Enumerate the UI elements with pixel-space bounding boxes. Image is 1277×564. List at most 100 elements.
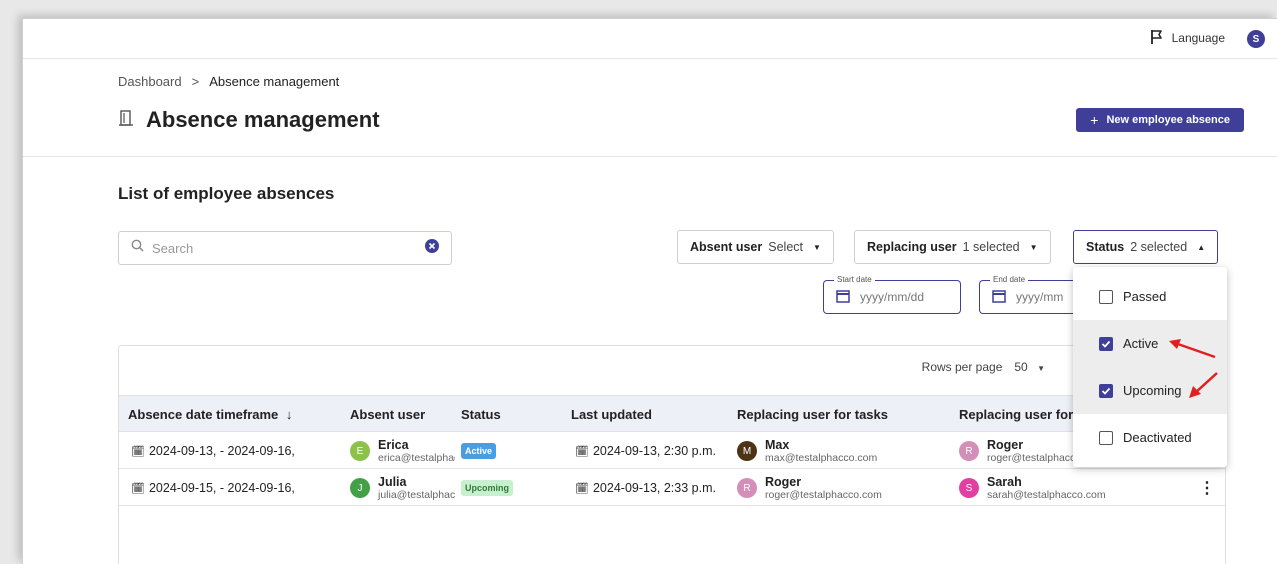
sort-arrow-down-icon: ↓ bbox=[285, 407, 293, 422]
start-date-legend: Start date bbox=[834, 275, 875, 284]
status-option-passed[interactable]: Passed bbox=[1073, 273, 1227, 320]
user-email: julia@testalphacco.com bbox=[378, 488, 455, 501]
plus-icon: + bbox=[1090, 112, 1099, 128]
absent-user-filter-label: Absent user bbox=[690, 240, 763, 254]
user-name: Sarah bbox=[987, 474, 1022, 489]
door-icon bbox=[118, 109, 134, 132]
status-option-deactivated[interactable]: Deactivated bbox=[1073, 414, 1227, 461]
table-row[interactable]: 🗓 2024-09-15, - 2024-09-16, J Julia juli… bbox=[119, 470, 1225, 506]
caret-up-icon: ▲ bbox=[1197, 242, 1206, 252]
status-option-upcoming[interactable]: Upcoming bbox=[1073, 367, 1227, 414]
status-badge: Active bbox=[461, 443, 497, 459]
status-option-label: Upcoming bbox=[1123, 383, 1182, 398]
replacing-user-filter[interactable]: Replacing user 1 selected ▼ bbox=[854, 230, 1051, 264]
user-email: roger@testalphacco.com bbox=[765, 488, 882, 501]
caret-down-icon: ▼ bbox=[813, 242, 821, 252]
last-updated-text: 2024-09-13, 2:30 p.m. bbox=[592, 444, 716, 458]
top-bar: Language S bbox=[23, 19, 1277, 59]
search-input[interactable] bbox=[152, 240, 417, 256]
table-row[interactable]: 🗓 2024-09-13, - 2024-09-16, E Erica eric… bbox=[119, 433, 1225, 469]
absent-user-filter-value: Select bbox=[768, 240, 803, 254]
replacing-other-cell: S Sarah sarah@testalphacco.com bbox=[959, 470, 1179, 506]
breadcrumb-current: Absence management bbox=[209, 74, 340, 89]
status-option-label: Deactivated bbox=[1123, 430, 1192, 445]
timeframe-text: 2024-09-15, - 2024-09-16, bbox=[148, 481, 295, 495]
user-name: Erica bbox=[378, 437, 409, 452]
checkbox-unchecked-icon[interactable] bbox=[1099, 289, 1113, 304]
end-date-placeholder: yyyy/mm bbox=[1016, 290, 1064, 304]
rows-per-page-value: 50 bbox=[1014, 360, 1028, 374]
rows-per-page-label: Rows per page bbox=[921, 360, 1003, 374]
column-header-timeframe[interactable]: Absence date timeframe ↓ bbox=[128, 407, 292, 422]
status-filter[interactable]: Status 2 selected ▲ bbox=[1073, 230, 1219, 264]
caret-down-icon: ▼ bbox=[1037, 364, 1045, 373]
user-email: sarah@testalphacco.com bbox=[987, 488, 1106, 501]
absent-user-filter[interactable]: Absent user Select ▼ bbox=[677, 230, 834, 264]
calendar-icon: 🗓 bbox=[575, 445, 589, 458]
caret-down-icon: ▼ bbox=[1029, 242, 1038, 252]
new-button-label: New employee absence bbox=[1106, 114, 1230, 126]
absent-user-cell: E Erica erica@testalphacco.com bbox=[350, 433, 455, 469]
user-email: max@testalphacco.com bbox=[765, 451, 878, 464]
status-option-active[interactable]: Active bbox=[1073, 320, 1227, 367]
status-option-label: Passed bbox=[1123, 289, 1167, 304]
flag-icon bbox=[1150, 29, 1164, 48]
checkbox-checked-icon[interactable] bbox=[1099, 383, 1113, 398]
column-header-absent-user[interactable]: Absent user bbox=[350, 407, 425, 422]
user-name: Julia bbox=[378, 474, 407, 489]
calendar-icon: 🗓 bbox=[131, 482, 145, 495]
start-date-placeholder: yyyy/mm/dd bbox=[860, 290, 925, 304]
status-dropdown: Passed Active Upcoming Deactivated bbox=[1073, 267, 1227, 467]
calendar-icon: 🗓 bbox=[575, 482, 589, 495]
search-icon bbox=[131, 239, 144, 257]
calendar-icon bbox=[992, 289, 1006, 306]
end-date-legend: End date bbox=[990, 275, 1029, 284]
status-filter-value: 2 selected bbox=[1130, 240, 1188, 254]
table-header: Absence date timeframe ↓ Absent user Sta… bbox=[119, 395, 1225, 432]
start-date-field[interactable]: Start date yyyy/mm/dd bbox=[823, 275, 961, 314]
timeframe-cell: 🗓 2024-09-13, - 2024-09-16, bbox=[131, 433, 295, 469]
user-name: Roger bbox=[765, 474, 802, 489]
rows-per-page-select[interactable]: 50 ▼ bbox=[1014, 360, 1045, 374]
avatar: M bbox=[737, 441, 757, 461]
last-updated-cell: 🗓 2024-09-13, 2:33 p.m. bbox=[575, 470, 716, 506]
user-avatar[interactable]: S bbox=[1247, 30, 1265, 48]
status-badge: Upcoming bbox=[461, 480, 513, 496]
absent-user-cell: J Julia julia@testalphacco.com bbox=[350, 470, 455, 506]
rows-per-page: Rows per page 50 ▼ bbox=[922, 360, 1045, 374]
row-menu-icon[interactable]: ⋮ bbox=[1199, 478, 1215, 498]
app-window: Language S Dashboard > Absence managemen… bbox=[22, 18, 1277, 564]
last-updated-cell: 🗓 2024-09-13, 2:30 p.m. bbox=[575, 433, 716, 469]
replacing-user-filter-value: 1 selected bbox=[962, 240, 1020, 254]
timeframe-text: 2024-09-13, - 2024-09-16, bbox=[148, 444, 295, 458]
status-cell: Active bbox=[461, 433, 497, 469]
breadcrumb-separator: > bbox=[191, 74, 200, 89]
column-header-status[interactable]: Status bbox=[461, 407, 501, 422]
column-header-replacing-other[interactable]: Replacing user for bbox=[959, 407, 1073, 422]
replacing-tasks-cell: R Roger roger@testalphacco.com bbox=[737, 470, 882, 506]
checkbox-unchecked-icon[interactable] bbox=[1099, 430, 1113, 445]
end-date-field[interactable]: End date yyyy/mm bbox=[979, 275, 1079, 314]
checkbox-checked-icon[interactable] bbox=[1099, 336, 1113, 351]
language-switcher[interactable]: Language bbox=[1150, 28, 1225, 48]
column-header-replacing-tasks[interactable]: Replacing user for tasks bbox=[737, 407, 888, 422]
replacing-user-filter-label: Replacing user bbox=[867, 240, 957, 254]
user-email: erica@testalphacco.com bbox=[378, 451, 455, 464]
avatar: R bbox=[959, 441, 979, 461]
status-cell: Upcoming bbox=[461, 470, 513, 506]
search-box bbox=[118, 231, 452, 265]
new-employee-absence-button[interactable]: + New employee absence bbox=[1076, 108, 1244, 132]
status-option-label: Active bbox=[1123, 336, 1159, 351]
last-updated-text: 2024-09-13, 2:33 p.m. bbox=[592, 481, 716, 495]
column-header-last-updated[interactable]: Last updated bbox=[571, 407, 652, 422]
avatar: S bbox=[959, 478, 979, 498]
avatar: R bbox=[737, 478, 757, 498]
language-label: Language bbox=[1171, 31, 1225, 45]
calendar-icon bbox=[836, 289, 850, 306]
avatar: E bbox=[350, 441, 370, 461]
avatar: J bbox=[350, 478, 370, 498]
calendar-icon: 🗓 bbox=[131, 445, 145, 458]
clear-search-icon[interactable] bbox=[425, 238, 439, 258]
breadcrumb-dashboard[interactable]: Dashboard bbox=[118, 74, 182, 89]
header-divider bbox=[23, 156, 1277, 157]
